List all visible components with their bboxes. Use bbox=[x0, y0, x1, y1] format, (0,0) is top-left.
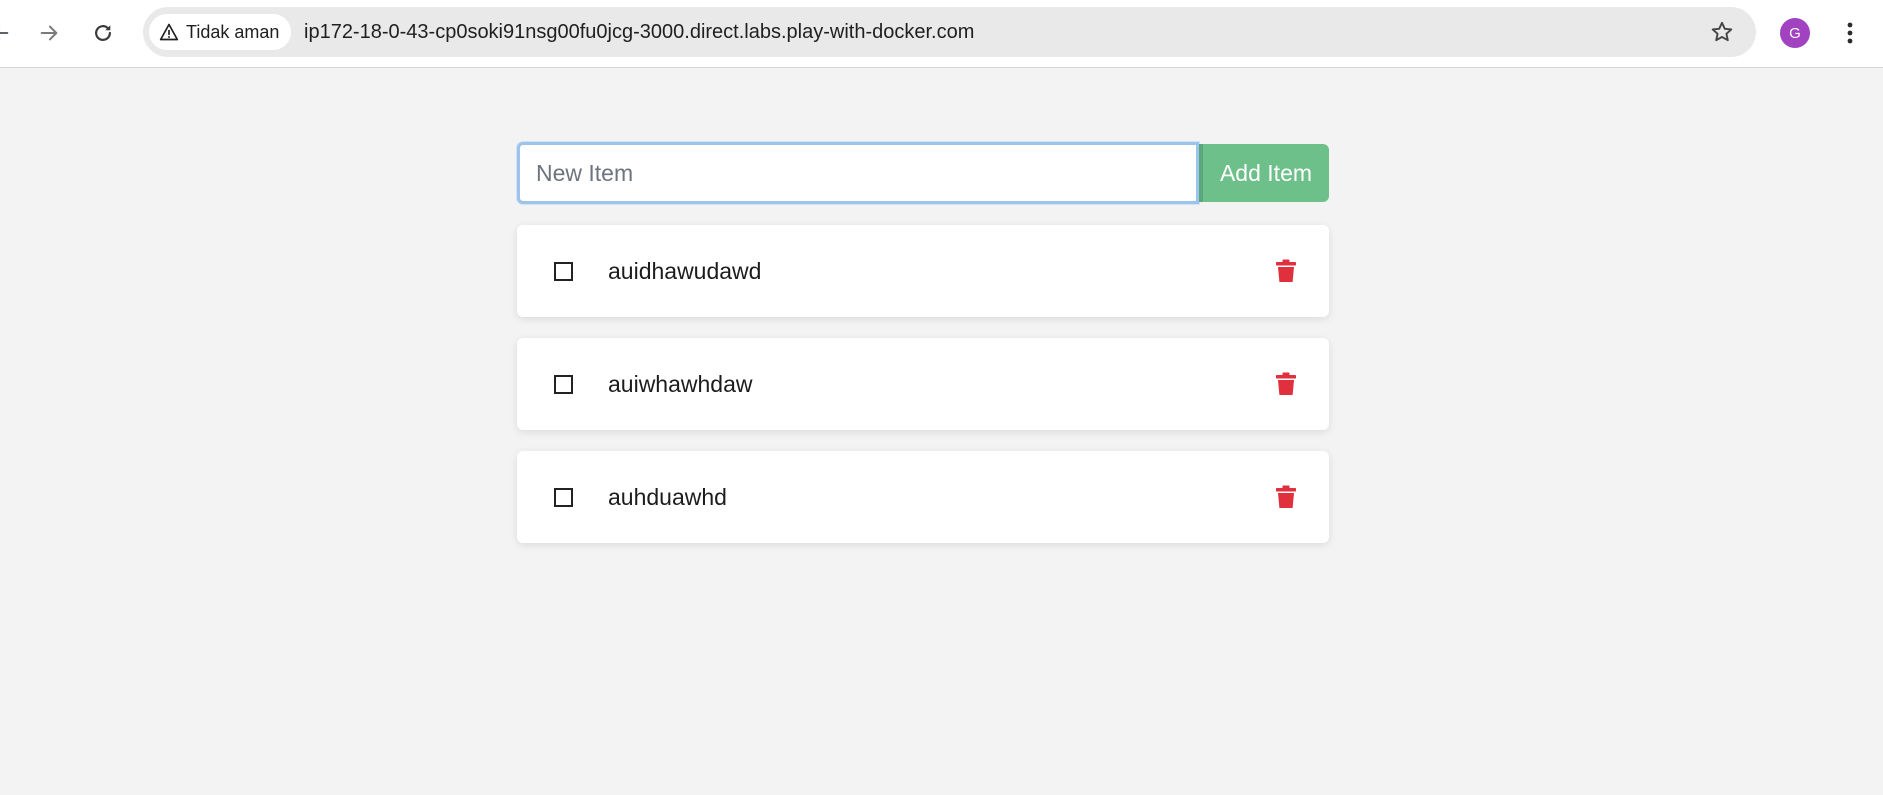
item-name: auidhawudawd bbox=[608, 258, 762, 284]
checkbox-icon[interactable] bbox=[554, 488, 573, 507]
trash-icon bbox=[1276, 372, 1296, 395]
list-item: auidhawudawd bbox=[517, 225, 1329, 317]
delete-item-button[interactable] bbox=[1273, 371, 1299, 397]
item-name: auiwhawhdaw bbox=[608, 371, 753, 397]
list-item: auhduawhd bbox=[517, 451, 1329, 543]
item-name: auhduawhd bbox=[608, 484, 727, 510]
profile-avatar[interactable]: G bbox=[1780, 18, 1810, 48]
delete-item-button[interactable] bbox=[1273, 258, 1299, 284]
security-label: Tidak aman bbox=[186, 21, 280, 42]
new-item-input[interactable] bbox=[517, 142, 1199, 204]
back-button[interactable] bbox=[0, 13, 20, 53]
arrow-left-icon bbox=[0, 26, 9, 40]
add-item-form: Add Item bbox=[517, 142, 1329, 204]
checkbox-icon[interactable] bbox=[554, 262, 573, 281]
bookmark-button[interactable] bbox=[1702, 12, 1742, 52]
kebab-menu-icon bbox=[1847, 22, 1853, 44]
list-item: auiwhawhdaw bbox=[517, 338, 1329, 430]
warning-triangle-icon bbox=[159, 23, 179, 41]
delete-item-button[interactable] bbox=[1273, 484, 1299, 510]
security-indicator[interactable]: Tidak aman bbox=[149, 14, 292, 50]
checkbox-icon[interactable] bbox=[554, 375, 573, 394]
reload-button[interactable] bbox=[83, 13, 123, 53]
trash-icon bbox=[1276, 485, 1296, 508]
add-item-button[interactable]: Add Item bbox=[1199, 144, 1329, 202]
address-bar[interactable]: Tidak aman ip172-18-0-43-cp0soki91nsg00f… bbox=[143, 7, 1756, 57]
todo-app: Add Item auidhawudawd auiwhawhdaw bbox=[517, 142, 1329, 543]
reload-icon bbox=[95, 25, 111, 41]
arrow-right-icon bbox=[40, 25, 58, 41]
trash-icon bbox=[1276, 259, 1296, 282]
browser-toolbar: Tidak aman ip172-18-0-43-cp0soki91nsg00f… bbox=[0, 0, 1883, 68]
browser-menu-button[interactable] bbox=[1830, 13, 1870, 53]
url-text[interactable]: ip172-18-0-43-cp0soki91nsg00fu0jcg-3000.… bbox=[304, 7, 974, 57]
star-icon bbox=[1711, 21, 1733, 42]
forward-button[interactable] bbox=[29, 13, 69, 53]
